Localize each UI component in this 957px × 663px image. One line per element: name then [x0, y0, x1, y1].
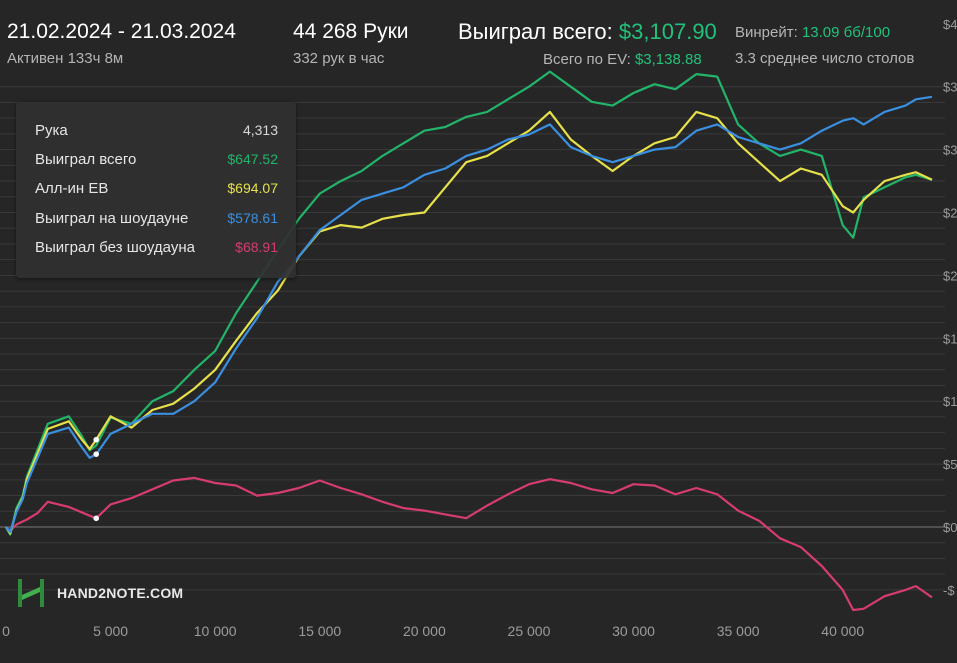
x-tick-label: 0	[2, 623, 10, 639]
y-tick-label: $3	[943, 80, 957, 95]
tooltip-value: $647.52	[227, 151, 278, 167]
x-tick-label: 30 000	[612, 623, 655, 639]
y-tick-label: $1	[943, 394, 957, 409]
ev-total-label: Всего по EV:	[543, 51, 631, 68]
tooltip-label: Рука	[35, 122, 68, 139]
y-tick-label: $1	[943, 331, 957, 346]
y-tick-label: $0	[943, 520, 957, 535]
winrate-label: Винрейт:	[735, 24, 798, 41]
x-axis-ticks: 0 5 000 10 000 15 000 20 000 25 000 30 000 35 0…	[2, 623, 864, 639]
x-tick-label: 20 000	[403, 623, 446, 639]
hands-count: 44 268 Руки	[293, 20, 409, 43]
tooltip-row-allin-ev: Алл-ин ЕВ $694.07	[35, 180, 278, 202]
tooltip-label: Выиграл без шоудауна	[35, 239, 195, 256]
tooltip-label: Выиграл всего	[35, 151, 137, 168]
tooltip-value: $694.07	[227, 180, 278, 196]
y-tick-label: $4	[943, 17, 957, 32]
date-range[interactable]: 21.02.2024 - 21.03.2024	[7, 20, 236, 44]
tooltip-value: $578.61	[227, 210, 278, 226]
tooltip-row-won-total: Выиграл всего $647.52	[35, 151, 278, 173]
tooltip-value: $68.91	[235, 239, 278, 255]
x-tick-label: 40 000	[821, 623, 864, 639]
ev-total-value: $3,138.88	[634, 51, 702, 68]
winrate: Винрейт: 13.09 бб/100	[735, 24, 890, 41]
y-axis-ticks: -$ $0 $5 $1 $1 $2 $2 $3 $3 $4	[943, 17, 957, 598]
y-tick-label: -$	[943, 583, 955, 598]
logo-text: HAND2NOTE.COM	[57, 585, 184, 601]
tooltip-value: 4,313	[242, 122, 278, 138]
y-tick-label: $2	[943, 206, 957, 221]
x-tick-label: 5 000	[93, 623, 128, 639]
x-tick-label: 25 000	[508, 623, 551, 639]
ev-total: Всего по EV: $3,138.88	[543, 51, 702, 68]
tooltip-label: Выиграл на шоудауне	[35, 210, 189, 227]
tooltip-row-non-showdown: Выиграл без шоудауна $68.91	[35, 239, 278, 261]
tooltip-row-showdown: Выиграл на шоудауне $578.61	[35, 210, 278, 232]
x-tick-label: 35 000	[717, 623, 760, 639]
hands-per-hour: 332 рук в час	[293, 50, 385, 67]
y-tick-label: $3	[943, 143, 957, 158]
hover-marker	[93, 436, 100, 443]
won-total-label: Выиграл всего:	[458, 19, 613, 44]
won-total: Выиграл всего: $3,107.90	[458, 19, 717, 45]
tooltip-row-hand: Рука 4,313	[35, 122, 278, 144]
avg-tables: 3.3 среднее число столов	[735, 50, 915, 67]
tooltip-label: Алл-ин ЕВ	[35, 180, 109, 197]
won-total-value: $3,107.90	[618, 19, 717, 44]
winnings-graph[interactable]: 0 5 000 10 000 15 000 20 000 25 000 30 000 35 0…	[0, 0, 957, 663]
hover-marker	[93, 451, 100, 457]
hand-tooltip: Рука 4,313 Выиграл всего $647.52 Алл-ин …	[16, 102, 296, 278]
x-tick-label: 15 000	[298, 623, 341, 639]
hover-marker	[93, 515, 100, 522]
winrate-value: 13.09 бб/100	[801, 24, 891, 41]
y-tick-label: $2	[943, 268, 957, 283]
x-tick-label: 10 000	[194, 623, 237, 639]
active-time: Активен 133ч 8м	[7, 50, 124, 67]
y-tick-label: $5	[943, 457, 957, 472]
hand2note-logo-icon	[18, 579, 44, 607]
